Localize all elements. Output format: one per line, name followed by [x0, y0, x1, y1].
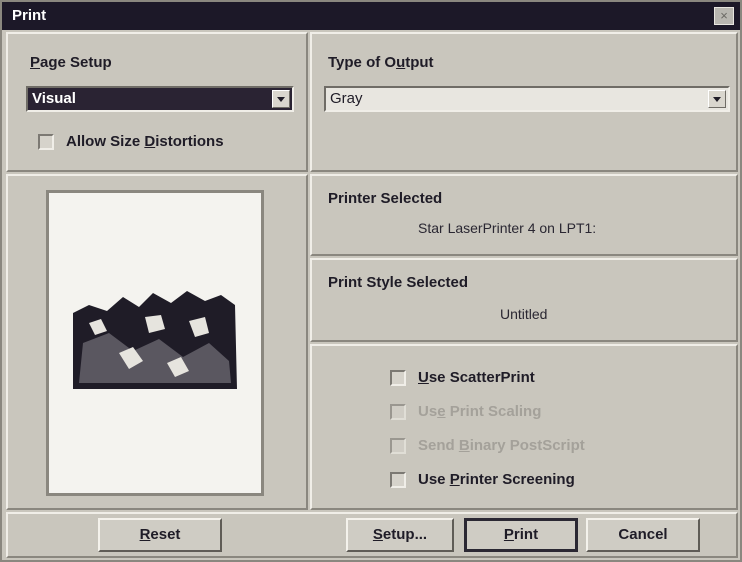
chevron-down-icon	[713, 97, 721, 102]
window-title: Print	[12, 7, 47, 24]
print-button[interactable]: Print	[464, 518, 578, 552]
printer-selected-panel: Printer Selected Star LaserPrinter 4 on …	[310, 174, 738, 256]
type-of-output-value: Gray	[330, 90, 363, 107]
printer-selected-value: Star LaserPrinter 4 on LPT1:	[418, 220, 597, 236]
chevron-down-icon	[277, 97, 285, 102]
print-dialog: Print × Page Setup Visual Allow Size Dis…	[0, 0, 742, 562]
page-setup-panel: Page Setup Visual Allow Size Distortions	[6, 32, 308, 172]
use-printer-screening-label[interactable]: Use Printer Screening	[418, 471, 575, 488]
page-setup-dropdown-button[interactable]	[272, 90, 290, 108]
send-binary-postscript-label: Send Binary PostScript	[418, 437, 585, 454]
cancel-button[interactable]: Cancel	[586, 518, 700, 552]
printer-selected-label: Printer Selected	[328, 190, 443, 207]
print-style-label: Print Style Selected	[328, 274, 469, 291]
type-of-output-label: Type of Output	[328, 54, 434, 71]
use-print-scaling-label: Use Print Scaling	[418, 403, 542, 420]
page-preview	[46, 190, 264, 496]
output-panel: Type of Output Gray	[310, 32, 738, 172]
send-binary-postscript-checkbox	[390, 438, 406, 454]
preview-image	[73, 291, 237, 389]
setup-button[interactable]: Setup...	[346, 518, 454, 552]
allow-size-distortions-checkbox[interactable]	[38, 134, 54, 150]
close-icon: ×	[720, 8, 728, 23]
type-of-output-select[interactable]: Gray	[324, 86, 730, 112]
page-setup-value: Visual	[32, 90, 76, 107]
page-setup-label: Page Setup	[30, 54, 112, 71]
page-setup-select[interactable]: Visual	[26, 86, 294, 112]
print-style-panel: Print Style Selected Untitled	[310, 258, 738, 342]
use-scatterprint-checkbox[interactable]	[390, 370, 406, 386]
reset-button[interactable]: Reset	[98, 518, 222, 552]
print-style-value: Untitled	[500, 306, 548, 322]
output-dropdown-button[interactable]	[708, 90, 726, 108]
use-print-scaling-checkbox	[390, 404, 406, 420]
use-printer-screening-checkbox[interactable]	[390, 472, 406, 488]
allow-size-distortions-label[interactable]: Allow Size Distortions	[66, 133, 224, 150]
close-button[interactable]: ×	[714, 7, 734, 25]
use-scatterprint-label[interactable]: Use ScatterPrint	[418, 369, 535, 386]
print-options-panel: Use ScatterPrint Use Print Scaling Send …	[310, 344, 738, 510]
title-bar[interactable]: Print ×	[2, 2, 740, 30]
